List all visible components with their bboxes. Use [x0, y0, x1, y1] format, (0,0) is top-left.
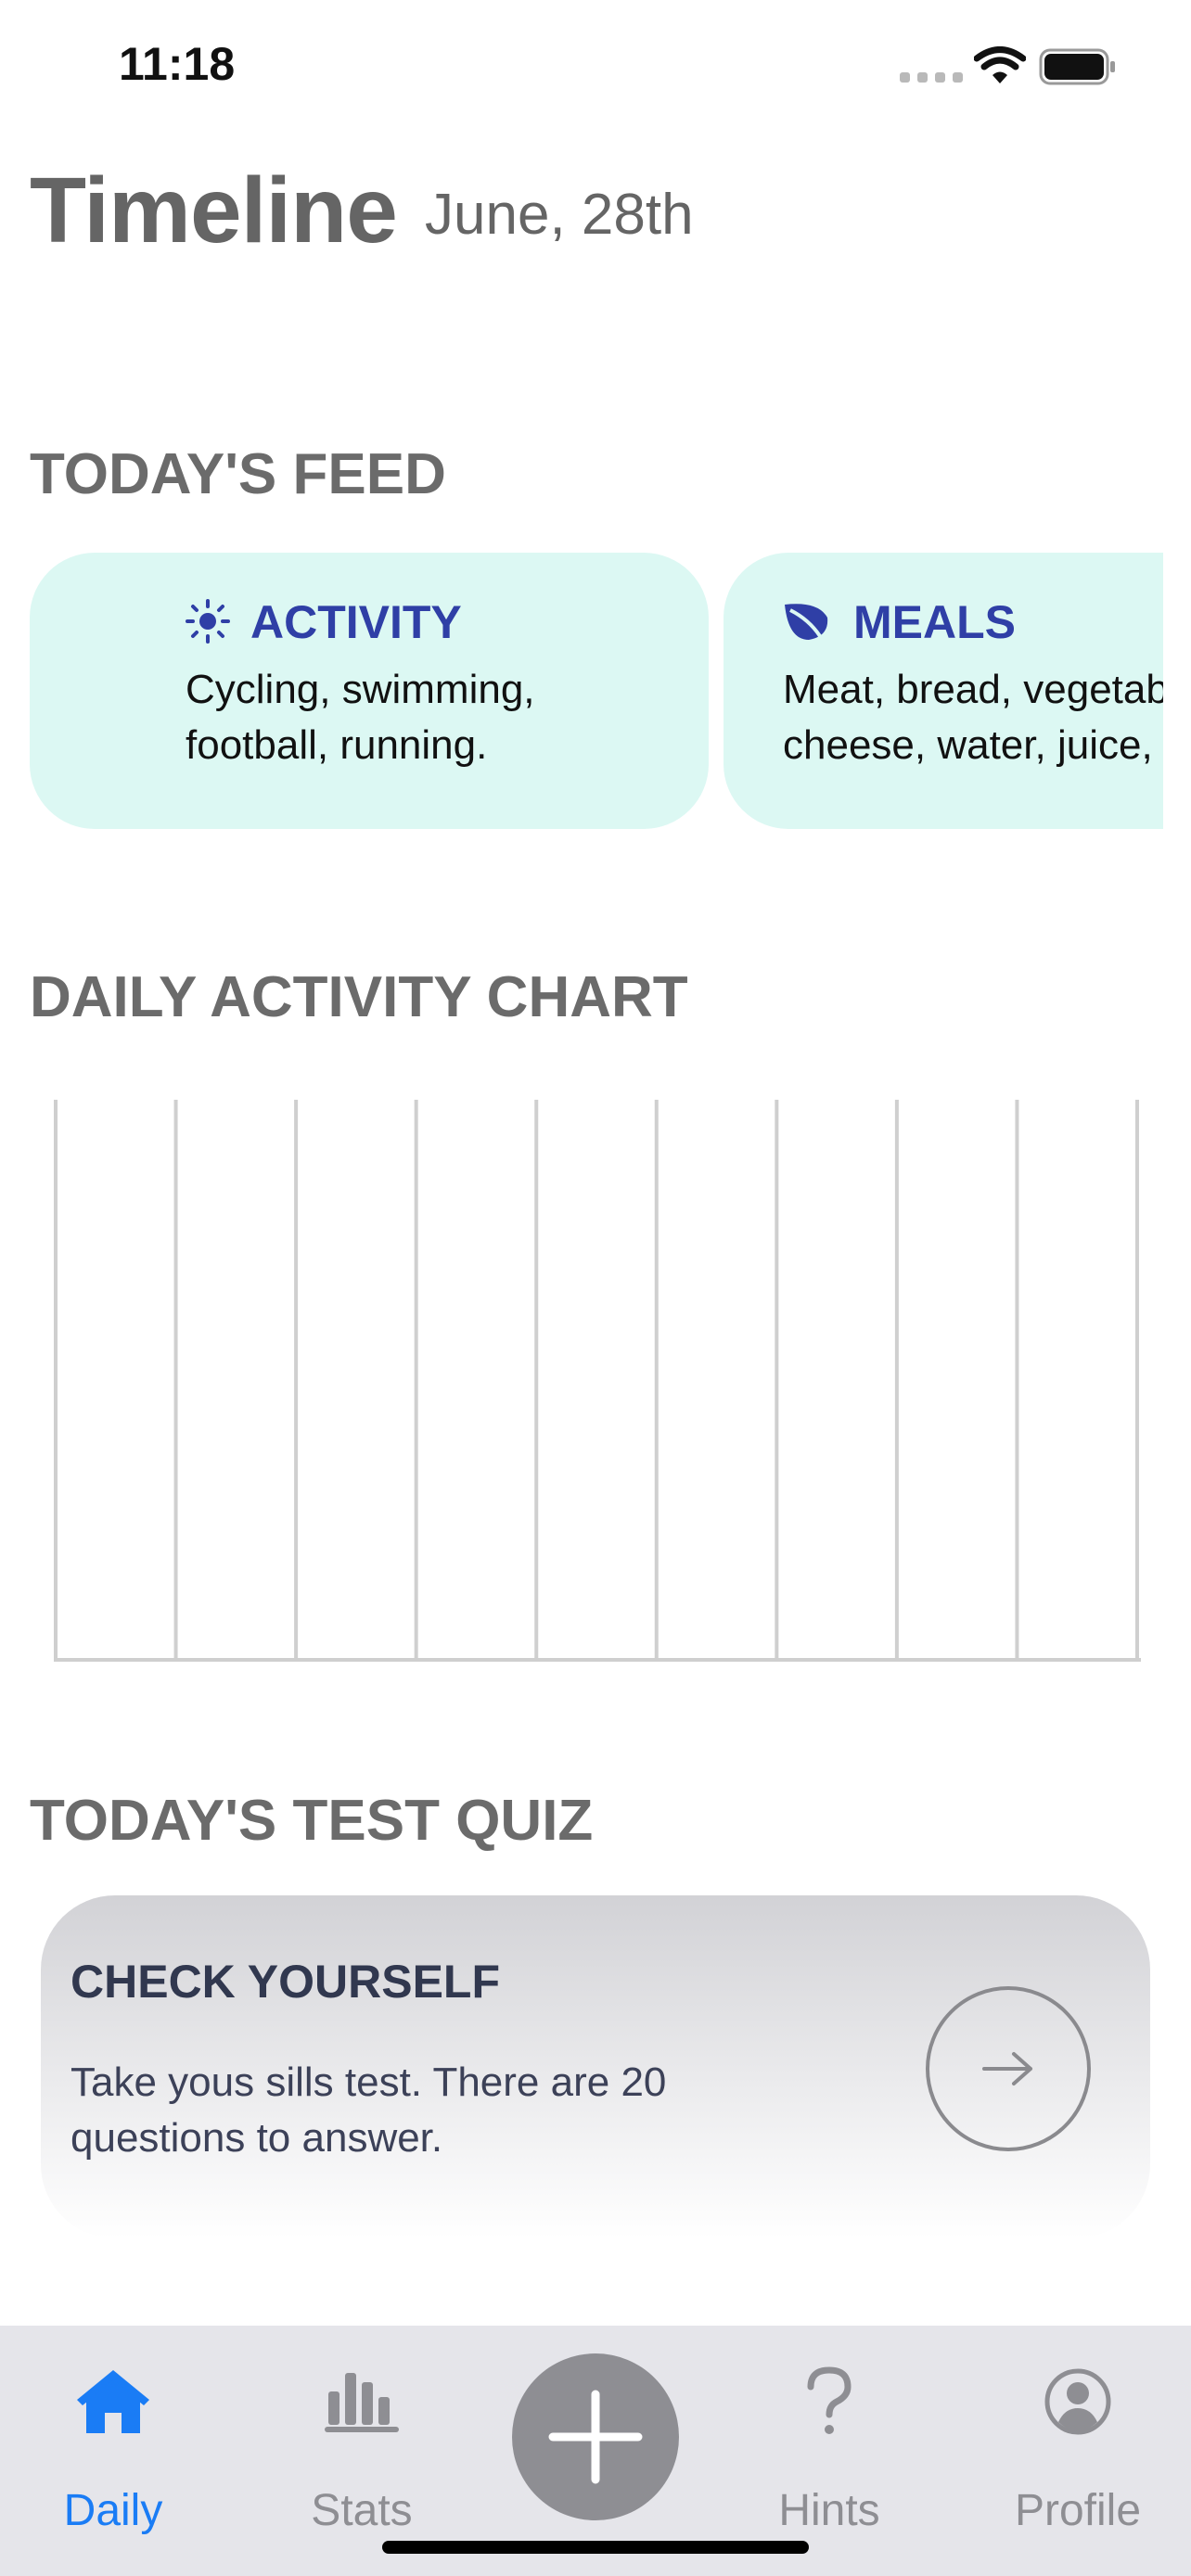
page-title: Timeline	[30, 159, 398, 262]
feed-card-title: ACTIVITY	[250, 596, 462, 648]
tab-label: Hints	[778, 2486, 880, 2535]
feed-card-meals-clip: MEALS Meat, bread, vegetables, cheese, w…	[724, 553, 1163, 829]
cellular-signal-icon	[900, 72, 963, 83]
daily-activity-chart	[54, 1100, 1141, 1662]
battery-icon	[1039, 48, 1115, 85]
quiz-title: CHECK YOURSELF	[70, 1956, 501, 2008]
feed-card-title: MEALS	[853, 596, 1016, 648]
section-title-chart: DAILY ACTIVITY CHART	[30, 965, 688, 1029]
section-title-feed: TODAY'S FEED	[30, 442, 446, 506]
sun-icon	[186, 599, 230, 644]
quiz-description: Take yous sills test. There are 20 quest…	[70, 2060, 667, 2161]
tab-label: Daily	[63, 2486, 163, 2535]
feed-card-meals[interactable]: MEALS Meat, bread, vegetables, cheese, w…	[724, 553, 1163, 829]
home-indicator	[382, 2541, 809, 2554]
bar-chart-icon	[325, 2373, 399, 2432]
plus-icon	[548, 2390, 643, 2484]
tab-label: Stats	[311, 2486, 413, 2535]
section-title-quiz: TODAY'S TEST QUIZ	[30, 1789, 594, 1853]
page-date: June, 28th	[425, 183, 694, 247]
status-time: 11:18	[119, 38, 236, 90]
profile-icon	[1044, 2368, 1111, 2435]
tab-label: Profile	[1014, 2486, 1142, 2535]
leaf-icon	[785, 604, 828, 640]
feed-card-text: Cycling, swimming, football, running.	[186, 667, 535, 768]
arrow-right-icon	[982, 2052, 1032, 2085]
question-icon	[807, 2366, 852, 2434]
feed-card-activity[interactable]: ACTIVITY Cycling, swimming, football, ru…	[30, 553, 709, 829]
wifi-icon	[974, 46, 1026, 83]
feed-card-text: Meat, bread, vegetables, cheese, water, …	[783, 667, 1163, 768]
home-icon	[77, 2370, 149, 2433]
add-button[interactable]	[512, 2353, 679, 2520]
quiz-start-button[interactable]	[926, 1986, 1091, 2151]
